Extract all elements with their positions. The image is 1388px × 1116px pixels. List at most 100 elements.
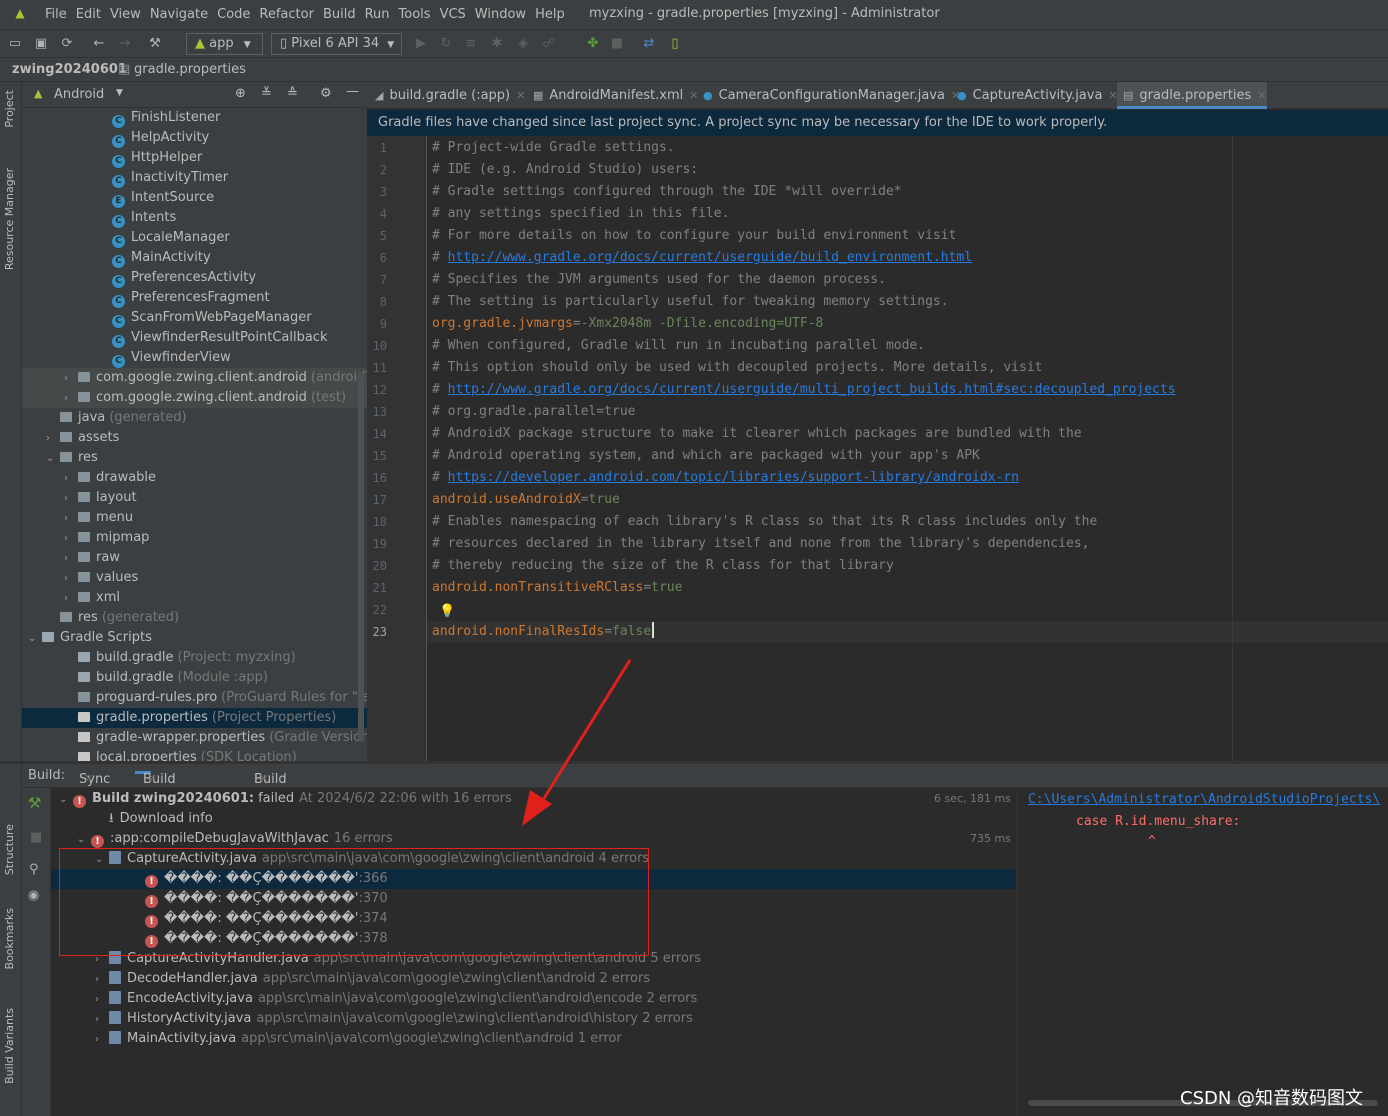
code-line[interactable]: # For more details on how to configure y…: [432, 225, 956, 247]
expand-all-icon[interactable]: ≚: [261, 86, 272, 101]
build-hammer-icon[interactable]: ⚒: [28, 794, 41, 812]
tree-item[interactable]: gradle-wrapper.properties (Gradle Version…: [22, 728, 367, 748]
project-scrollbar[interactable]: [358, 372, 364, 742]
tree-item[interactable]: C Intents: [22, 208, 367, 228]
tree-item[interactable]: build.gradle (Project: myzxing): [22, 648, 367, 668]
code-line[interactable]: # thereby reducing the size of the R cla…: [432, 555, 894, 577]
tree-item[interactable]: ›com.google.zwing.client.android(android…: [22, 368, 367, 388]
tree-item[interactable]: › menu: [22, 508, 367, 528]
chevron-down-icon[interactable]: ⌄: [77, 830, 91, 850]
code-line[interactable]: # IDE (e.g. Android Studio) users:: [432, 159, 698, 181]
menu-refactor[interactable]: Refactor: [259, 7, 314, 22]
code-line[interactable]: # The setting is particularly useful for…: [432, 291, 949, 313]
code-line[interactable]: # Gradle settings configured through the…: [432, 181, 902, 203]
pin-icon[interactable]: ⚲: [29, 862, 39, 877]
build-tree-row[interactable]: › MainActivity.java app\src\main\java\com\…: [51, 1029, 1016, 1049]
locate-icon[interactable]: ⊕: [235, 86, 246, 101]
chevron-right-icon[interactable]: ›: [95, 1010, 109, 1030]
code-line[interactable]: # resources declared in the library itse…: [432, 533, 1089, 555]
tree-item[interactable]: C ViewfinderView: [22, 348, 367, 368]
menu-run[interactable]: Run: [365, 7, 390, 22]
chevron-right-icon[interactable]: ›: [64, 509, 78, 529]
stop-icon[interactable]: ■: [608, 35, 626, 53]
chevron-right-icon[interactable]: ›: [64, 369, 78, 389]
device-select[interactable]: ▯ Pixel 6 API 34 ▼: [271, 33, 402, 55]
chevron-right-icon[interactable]: ›: [64, 489, 78, 509]
menu-view[interactable]: View: [110, 7, 141, 22]
forward-icon[interactable]: →: [116, 35, 134, 53]
tree-item[interactable]: ⌄ res: [22, 448, 367, 468]
chevron-down-icon[interactable]: ⌄: [28, 629, 42, 649]
code-line[interactable]: # Android operating system, and which ar…: [432, 445, 980, 467]
attach-debugger-icon[interactable]: ☍: [540, 35, 558, 53]
code-url-text[interactable]: https://developer.android.com/topic/libr…: [448, 470, 1019, 485]
tree-item[interactable]: › assets: [22, 428, 367, 448]
close-icon[interactable]: ✕: [148, 772, 157, 785]
tree-item[interactable]: › mipmap: [22, 528, 367, 548]
code-line[interactable]: android.nonTransitiveRClass=true: [432, 577, 682, 599]
tree-item[interactable]: C ViewfinderResultPointCallback: [22, 328, 367, 348]
apply-code-changes-icon[interactable]: ≡: [462, 35, 480, 53]
save-icon[interactable]: ▣: [32, 35, 50, 53]
code-line[interactable]: # When configured, Gradle will run in in…: [432, 335, 925, 357]
tab-build-output[interactable]: Build Output✕: [135, 768, 188, 802]
tab-build-variants[interactable]: Build Variants: [3, 1008, 16, 1084]
breadcrumb-project[interactable]: zwing20240601: [12, 62, 127, 77]
menu-vcs[interactable]: VCS: [440, 7, 466, 22]
code-url[interactable]: http://www.gradle.org/docs/current/userg…: [448, 250, 972, 265]
code-line[interactable]: # AndroidX package structure to make it …: [432, 423, 1082, 445]
code-line[interactable]: # any settings specified in this file.: [432, 203, 729, 225]
gear-icon[interactable]: ⚙: [320, 86, 332, 101]
open-folder-icon[interactable]: ▭: [6, 35, 24, 53]
chevron-right-icon[interactable]: ›: [64, 469, 78, 489]
code-line[interactable]: # Project-wide Gradle settings.: [432, 137, 675, 159]
tree-item[interactable]: local.properties (SDK Location): [22, 748, 367, 762]
code-url-text[interactable]: http://www.gradle.org/docs/current/userg…: [448, 382, 1176, 397]
menu-file[interactable]: File: [45, 7, 67, 22]
menu-build[interactable]: Build: [323, 7, 356, 22]
tree-item[interactable]: C PreferencesFragment: [22, 288, 367, 308]
chevron-down-icon[interactable]: ▼: [116, 88, 123, 98]
sync-gradle-icon[interactable]: ⇄: [640, 35, 658, 53]
close-icon[interactable]: ✕: [84, 772, 93, 785]
apply-changes-icon[interactable]: ↻: [437, 35, 455, 53]
code-line[interactable]: # http://www.gradle.org/docs/current/use…: [432, 247, 972, 269]
stop-icon[interactable]: ■: [30, 830, 42, 845]
chevron-right-icon[interactable]: ›: [95, 970, 109, 990]
build-hammer-icon[interactable]: ⚒: [146, 35, 164, 53]
code-url[interactable]: http://www.gradle.org/docs/current/userg…: [448, 382, 1176, 397]
chevron-right-icon[interactable]: ›: [64, 389, 78, 409]
lightbulb-icon[interactable]: 💡: [439, 604, 455, 619]
project-view-selector[interactable]: Android: [54, 87, 104, 102]
tree-item[interactable]: C FinishListener: [22, 108, 367, 128]
editor-tab[interactable]: ▤ gradle.properties ✕: [1117, 82, 1267, 109]
code-url-text[interactable]: http://www.gradle.org/docs/current/userg…: [448, 250, 972, 265]
code-line[interactable]: # This option should only be used with d…: [432, 357, 1042, 379]
tree-item[interactable]: › raw: [22, 548, 367, 568]
device-manager-icon[interactable]: ▯: [666, 35, 684, 53]
code-line[interactable]: # https://developer.android.com/topic/li…: [432, 467, 1019, 489]
code-url[interactable]: https://developer.android.com/topic/libr…: [448, 470, 1019, 485]
profile-icon[interactable]: ◈: [514, 35, 532, 53]
tree-item[interactable]: C HelpActivity: [22, 128, 367, 148]
tree-item[interactable]: C PreferencesActivity: [22, 268, 367, 288]
editor-tab[interactable]: ◢ build.gradle (:app) ✕: [369, 82, 525, 109]
code-line[interactable]: android.useAndroidX=true: [432, 489, 620, 511]
tree-item[interactable]: › values: [22, 568, 367, 588]
run-config-select[interactable]: ▲ app ▼: [186, 33, 263, 55]
close-icon[interactable]: ✕: [259, 772, 268, 785]
tab-resource-manager[interactable]: Resource Manager: [3, 168, 16, 270]
chevron-right-icon[interactable]: ›: [95, 990, 109, 1010]
tree-item[interactable]: › layout: [22, 488, 367, 508]
run-icon[interactable]: ▶: [412, 35, 430, 53]
editor-tab[interactable]: ▦ AndroidManifest.xml ✕: [527, 82, 698, 109]
console-path-link[interactable]: C:\Users\Administrator\AndroidStudioProj…: [1028, 792, 1380, 807]
tree-item[interactable]: proguard-rules.pro(ProGuard Rules for ":…: [22, 688, 367, 708]
debug-icon[interactable]: ✱: [488, 35, 506, 53]
tree-item[interactable]: res (generated): [22, 608, 367, 628]
tree-item[interactable]: java (generated): [22, 408, 367, 428]
tab-structure[interactable]: Structure: [3, 824, 16, 875]
tree-item[interactable]: E IntentSource: [22, 188, 367, 208]
chevron-right-icon[interactable]: ›: [64, 529, 78, 549]
tree-item[interactable]: C ScanFromWebPageManager: [22, 308, 367, 328]
